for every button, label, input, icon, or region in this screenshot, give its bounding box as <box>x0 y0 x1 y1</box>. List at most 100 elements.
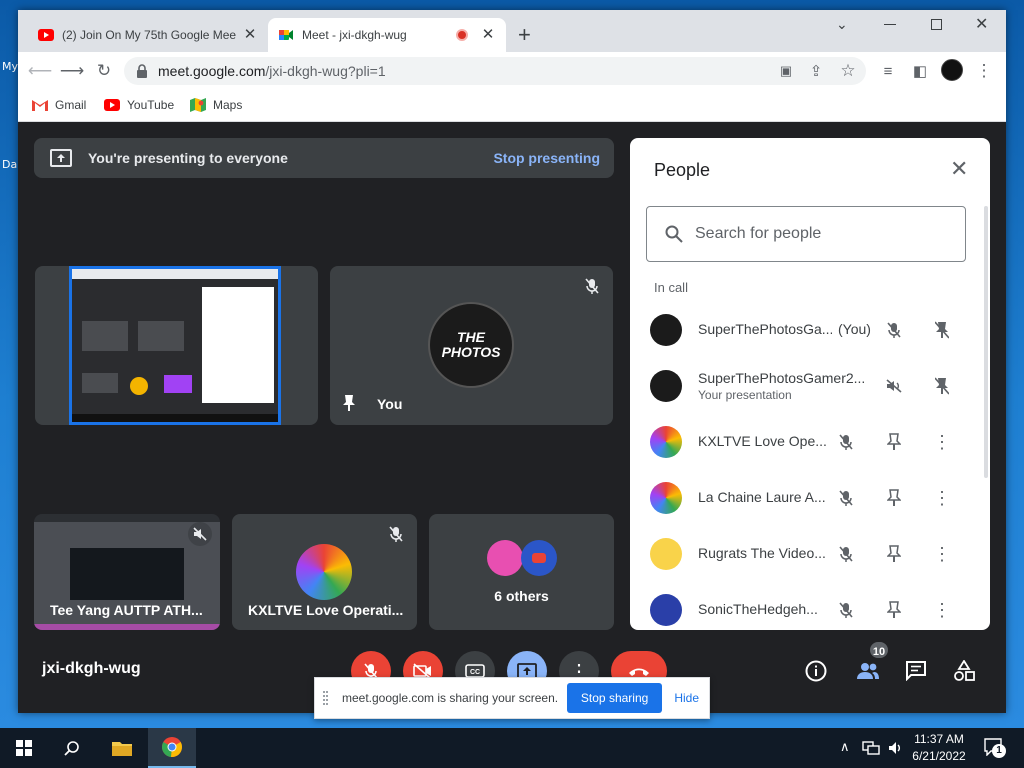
pin-icon[interactable] <box>882 430 906 454</box>
unpin-icon[interactable] <box>930 374 954 398</box>
chrome-taskbar-button[interactable] <box>148 728 196 768</box>
close-icon[interactable]: ✕ <box>950 156 968 182</box>
scrollbar[interactable] <box>984 206 988 478</box>
clock-time[interactable]: 11:37 AM <box>906 732 972 746</box>
desktop-icon-label[interactable]: My <box>2 60 18 73</box>
volume-icon[interactable] <box>888 740 904 756</box>
recording-icon <box>456 29 468 41</box>
tab-meet[interactable]: Meet - jxi-dkgh-wug ✕ <box>268 18 506 52</box>
pin-icon[interactable] <box>882 542 906 566</box>
forward-icon[interactable]: ⟶ <box>60 61 84 81</box>
back-icon[interactable]: ⟵ <box>28 61 52 81</box>
participant-name: SuperThePhotosGa... <box>698 321 832 337</box>
list-item[interactable]: SonicTheHedgeh... ⋮ <box>630 582 970 630</box>
notice-text: meet.google.com is sharing your screen. <box>342 691 559 705</box>
more-options-icon[interactable]: ⋮ <box>930 430 954 454</box>
activities-button[interactable] <box>948 655 980 687</box>
pin-icon[interactable] <box>882 486 906 510</box>
reload-icon[interactable]: ↻ <box>94 61 114 81</box>
mic-muted-icon[interactable] <box>834 598 858 622</box>
bookmark-youtube[interactable]: YouTube <box>104 98 174 112</box>
more-options-icon[interactable]: ⋮ <box>930 542 954 566</box>
video-feed <box>70 548 184 600</box>
chat-button[interactable] <box>900 655 932 687</box>
close-tab-icon[interactable]: ✕ <box>242 27 258 43</box>
presentation-preview <box>69 266 281 425</box>
media-control-icon[interactable]: ≡ <box>878 61 898 81</box>
search-input[interactable]: Search for people <box>646 206 966 262</box>
profile-avatar[interactable] <box>941 59 963 81</box>
chrome-icon <box>161 737 183 758</box>
new-tab-button[interactable]: + <box>518 24 531 46</box>
avatar <box>650 594 682 626</box>
panel-title: People <box>654 160 711 180</box>
maximize-button[interactable] <box>931 19 942 30</box>
svg-text:CC: CC <box>470 669 480 676</box>
mic-muted-icon[interactable] <box>834 430 858 454</box>
avatar-text: THE PHOTOS <box>441 329 501 360</box>
presentation-tile[interactable] <box>35 266 318 425</box>
side-panel-icon[interactable]: ◧ <box>910 61 930 81</box>
participant-name: SonicTheHedgeh... <box>698 601 818 617</box>
participant-tile[interactable]: Tee Yang AUTTP ATH... <box>34 514 220 630</box>
more-options-icon[interactable]: ⋮ <box>930 598 954 622</box>
windows-logo-icon <box>16 740 32 756</box>
tab-youtube[interactable]: (2) Join On My 75th Google Meet ✕ <box>28 18 268 52</box>
hide-button[interactable]: Hide <box>674 691 699 705</box>
participant-name: Tee Yang AUTTP ATH... <box>50 602 203 618</box>
file-explorer-button[interactable] <box>98 728 146 768</box>
people-count-badge: 10 <box>868 640 890 660</box>
camera-blocked-icon[interactable]: ▣ <box>776 61 796 81</box>
mic-muted-icon[interactable] <box>834 486 858 510</box>
self-tile[interactable]: THE PHOTOS You <box>330 266 613 425</box>
stop-sharing-button[interactable]: Stop sharing <box>566 683 663 713</box>
meet-stage: You're presenting to everyone Stop prese… <box>18 122 1006 713</box>
tab-search-icon[interactable]: ⌄ <box>836 16 848 33</box>
browser-toolbar: ⟵ ⟶ ↻ meet.google.com /jxi-dkgh-wug?pli=… <box>18 52 1006 90</box>
chat-icon <box>906 661 926 681</box>
bookmark-maps[interactable]: Maps <box>190 98 242 112</box>
pin-icon <box>343 395 355 411</box>
youtube-icon <box>38 29 54 41</box>
list-item[interactable]: SuperThePhotosGa... (You) <box>630 302 970 358</box>
pin-icon[interactable] <box>882 598 906 622</box>
network-icon[interactable] <box>862 740 880 756</box>
search-placeholder: Search for people <box>695 225 822 242</box>
minimize-button[interactable] <box>884 24 896 25</box>
others-tile[interactable]: 6 others <box>429 514 614 630</box>
notification-center-button[interactable]: 1 <box>984 738 1006 758</box>
notification-count: 1 <box>992 744 1006 758</box>
stop-presenting-button[interactable]: Stop presenting <box>493 150 600 166</box>
meeting-details-button[interactable] <box>800 655 832 687</box>
tab-strip: (2) Join On My 75th Google Meet ✕ Meet -… <box>18 10 1006 52</box>
close-tab-icon[interactable]: ✕ <box>480 27 496 43</box>
search-button[interactable] <box>48 728 96 768</box>
avatar <box>650 482 682 514</box>
mic-muted-icon[interactable] <box>834 542 858 566</box>
list-item[interactable]: La Chaine Laure A... ⋮ <box>630 470 970 526</box>
section-label: In call <box>654 280 688 295</box>
show-hidden-icons-icon[interactable]: ∧ <box>840 739 850 755</box>
list-item[interactable]: Rugrats The Video... ⋮ <box>630 526 970 582</box>
info-icon <box>805 660 827 682</box>
drag-handle[interactable] <box>323 691 328 705</box>
bookmark-star-icon[interactable]: ☆ <box>838 61 858 81</box>
bookmark-gmail[interactable]: Gmail <box>32 98 86 112</box>
list-item[interactable]: SuperThePhotosGamer2... Your presentatio… <box>630 358 970 414</box>
clock-date[interactable]: 6/21/2022 <box>906 749 972 763</box>
share-icon[interactable]: ⇪ <box>806 61 826 81</box>
desktop-icon-label[interactable]: Da <box>2 158 17 171</box>
lock-icon[interactable] <box>136 64 148 78</box>
participant-name: SuperThePhotosGamer2... <box>698 370 866 386</box>
participant-tile[interactable]: KXLTVE Love Operati... <box>232 514 417 630</box>
address-bar[interactable]: meet.google.com /jxi-dkgh-wug?pli=1 <box>124 57 866 85</box>
unpin-icon[interactable] <box>930 318 954 342</box>
avatar <box>650 370 682 402</box>
menu-kebab-icon[interactable]: ⋮ <box>974 61 994 81</box>
more-options-icon[interactable]: ⋮ <box>930 486 954 510</box>
list-item[interactable]: KXLTVE Love Ope... ⋮ <box>630 414 970 470</box>
start-button[interactable] <box>0 728 48 768</box>
close-window-button[interactable]: ✕ <box>975 14 988 34</box>
mic-muted-icon[interactable] <box>882 318 906 342</box>
audio-muted-icon[interactable] <box>882 374 906 398</box>
